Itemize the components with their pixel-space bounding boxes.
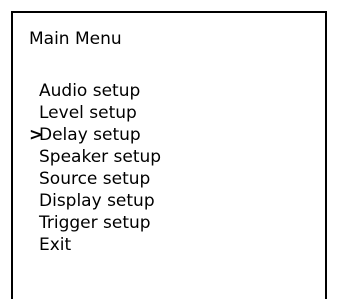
menu-item-label: Audio setup: [39, 81, 141, 101]
menu-item-label: Speaker setup: [39, 147, 162, 167]
menu-item-display-setup[interactable]: Display setup: [29, 190, 161, 212]
selection-cursor-icon: >: [29, 125, 44, 145]
menu-item-label: Source setup: [39, 169, 151, 189]
menu-list: Audio setup Level setup > Delay setup Sp…: [29, 80, 161, 256]
menu-item-label: Delay setup: [39, 125, 141, 145]
menu-item-audio-setup[interactable]: Audio setup: [29, 80, 161, 102]
menu-item-source-setup[interactable]: Source setup: [29, 168, 161, 190]
menu-item-label: Trigger setup: [39, 213, 151, 233]
menu-item-label: Display setup: [39, 191, 155, 211]
main-menu-panel: Main Menu Audio setup Level setup > Dela…: [11, 11, 327, 299]
menu-item-exit[interactable]: Exit: [29, 234, 161, 256]
menu-item-label: Level setup: [39, 103, 137, 123]
menu-item-speaker-setup[interactable]: Speaker setup: [29, 146, 161, 168]
menu-item-delay-setup[interactable]: > Delay setup: [29, 124, 161, 146]
menu-item-label: Exit: [39, 235, 72, 255]
menu-title: Main Menu: [29, 29, 122, 49]
menu-item-trigger-setup[interactable]: Trigger setup: [29, 212, 161, 234]
menu-item-level-setup[interactable]: Level setup: [29, 102, 161, 124]
